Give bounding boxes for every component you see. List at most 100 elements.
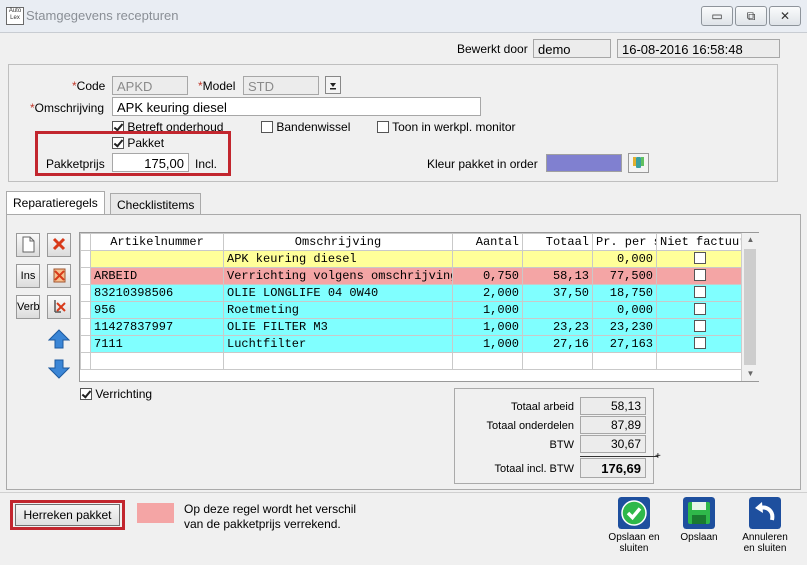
table-cell-qty[interactable]: 0,750 <box>452 267 523 285</box>
herreken-pakket-button[interactable]: Herreken pakket <box>15 504 120 526</box>
niet-factuur-cell[interactable] <box>656 301 743 319</box>
table-cell-art[interactable]: 7111 <box>90 335 224 353</box>
table-cell-total[interactable]: 23,23 <box>522 318 593 336</box>
model-dropdown-button[interactable] <box>325 76 341 94</box>
table-cell-total[interactable]: 37,50 <box>522 284 593 302</box>
unlink-button[interactable] <box>47 295 71 319</box>
table-row[interactable]: 956 Roetmeting 1,000 0,000 <box>80 301 743 319</box>
column-header[interactable]: Artikelnummer <box>90 233 224 251</box>
table-row[interactable]: 11427837997 OLIE FILTER M3 1,000 23,23 23,23… <box>80 318 743 336</box>
table-cell-price[interactable]: 18,750 <box>592 284 657 302</box>
move-down-button[interactable] <box>47 358 71 380</box>
table-cell-price[interactable]: 27,163 <box>592 335 657 353</box>
table-cell-price[interactable]: 0,000 <box>592 250 657 268</box>
model-field[interactable]: STD <box>243 76 319 95</box>
table-cell-empty[interactable] <box>223 352 453 370</box>
scroll-down-icon[interactable]: ▼ <box>742 367 759 381</box>
niet-factuur-cell[interactable] <box>656 267 743 285</box>
checkbox-icon[interactable] <box>693 286 706 298</box>
table-cell-total[interactable]: 58,13 <box>522 267 593 285</box>
clear-button[interactable] <box>47 264 71 288</box>
cancel-and-close-button[interactable]: Annuleren en sluiten <box>738 497 792 559</box>
table-cell-empty[interactable] <box>522 352 593 370</box>
table-row[interactable]: APK keuring diesel 0,000 <box>80 250 743 268</box>
code-field[interactable]: APKD <box>112 76 188 95</box>
row-selector[interactable] <box>80 301 91 319</box>
table-cell-art[interactable]: 83210398506 <box>90 284 224 302</box>
table-cell-qty[interactable]: 1,000 <box>452 318 523 336</box>
table-cell-empty[interactable] <box>90 352 224 370</box>
row-selector[interactable] <box>80 284 91 302</box>
row-selector[interactable] <box>80 335 91 353</box>
save-and-close-button[interactable]: Opslaan en sluiten <box>608 497 660 559</box>
column-header[interactable]: Omschrijving <box>223 233 453 251</box>
bandenwissel-checkbox[interactable]: Bandenwissel <box>261 120 350 134</box>
table-row[interactable]: 83210398506 OLIE LONGLIFE 04 0W40 2,000 37,… <box>80 284 743 302</box>
table-cell-art[interactable]: 11427837997 <box>90 318 224 336</box>
checkbox-icon[interactable] <box>693 337 706 349</box>
table-cell-total[interactable] <box>522 250 593 268</box>
checkbox-icon[interactable] <box>693 252 706 264</box>
table-cell-empty[interactable] <box>80 352 91 370</box>
table-cell-desc[interactable]: Roetmeting <box>223 301 453 319</box>
verb-button[interactable]: Verb <box>16 295 40 319</box>
table-cell-desc[interactable]: Luchtfilter <box>223 335 453 353</box>
grid-scrollbar[interactable]: ▲ ▼ <box>741 233 759 381</box>
table-cell-total[interactable]: 27,16 <box>522 335 593 353</box>
scroll-thumb[interactable] <box>744 249 756 365</box>
table-row[interactable]: ARBEID Verrichting volgens omschrijving 0,… <box>80 267 743 285</box>
table-cell-art[interactable]: ARBEID <box>90 267 224 285</box>
table-cell-price[interactable]: 77,500 <box>592 267 657 285</box>
new-line-button[interactable] <box>16 233 40 257</box>
column-header[interactable]: Aantal <box>452 233 523 251</box>
table-cell-price[interactable]: 23,230 <box>592 318 657 336</box>
table-cell-empty[interactable] <box>452 352 523 370</box>
column-header[interactable]: Niet factuur <box>656 233 743 251</box>
table-cell-price[interactable]: 0,000 <box>592 301 657 319</box>
checkbox-icon[interactable] <box>693 269 706 281</box>
table-cell-qty[interactable]: 2,000 <box>452 284 523 302</box>
color-picker-button[interactable] <box>628 153 649 173</box>
table-cell-art[interactable]: 956 <box>90 301 224 319</box>
row-selector[interactable] <box>80 250 91 268</box>
table-cell-qty[interactable]: 1,000 <box>452 335 523 353</box>
checkbox-icon[interactable] <box>693 303 706 315</box>
table-cell-qty[interactable]: 1,000 <box>452 301 523 319</box>
tab-checklistitems[interactable]: Checklistitems <box>110 193 202 216</box>
minimize-button[interactable]: ▭ <box>701 6 733 26</box>
table-cell-desc[interactable]: OLIE LONGLIFE 04 0W40 <box>223 284 453 302</box>
scroll-up-icon[interactable]: ▲ <box>742 233 759 247</box>
table-cell-empty[interactable] <box>592 352 657 370</box>
table-cell-art[interactable] <box>90 250 224 268</box>
pakket-checkbox[interactable]: Pakket <box>112 136 164 150</box>
verrichting-checkbox[interactable]: Verrichting <box>80 387 152 401</box>
niet-factuur-cell[interactable] <box>656 250 743 268</box>
table-cell-desc[interactable]: Verrichting volgens omschrijving <box>223 267 453 285</box>
insert-button[interactable]: Ins <box>16 264 40 288</box>
niet-factuur-cell[interactable] <box>656 335 743 353</box>
table-cell-desc[interactable]: OLIE FILTER M3 <box>223 318 453 336</box>
table-cell-desc[interactable]: APK keuring diesel <box>223 250 453 268</box>
niet-factuur-cell[interactable] <box>656 284 743 302</box>
table-row[interactable]: 7111 Luchtfilter 1,000 27,16 27,163 <box>80 335 743 353</box>
column-header[interactable]: Pr. per s <box>592 233 657 251</box>
description-field[interactable]: APK keuring diesel <box>112 97 481 116</box>
kleur-swatch[interactable] <box>546 154 622 172</box>
column-header[interactable]: Totaal <box>522 233 593 251</box>
move-up-button[interactable] <box>47 328 71 350</box>
niet-factuur-cell[interactable] <box>656 318 743 336</box>
restore-button[interactable]: ⧉ <box>735 6 767 26</box>
checkbox-icon[interactable] <box>693 320 706 332</box>
toon-monitor-checkbox[interactable]: Toon in werkpl. monitor <box>377 120 516 134</box>
delete-line-button[interactable] <box>47 233 71 257</box>
save-button[interactable]: Opslaan <box>673 497 725 547</box>
table-cell-total[interactable] <box>522 301 593 319</box>
table-row-empty[interactable] <box>80 352 743 370</box>
tab-reparatieregels[interactable]: Reparatieregels <box>6 191 105 216</box>
close-button[interactable]: ✕ <box>769 6 801 26</box>
row-selector[interactable] <box>80 318 91 336</box>
table-cell-qty[interactable] <box>452 250 523 268</box>
pakketprijs-field[interactable]: 175,00 <box>112 153 189 172</box>
table-cell-empty[interactable] <box>656 352 743 370</box>
row-selector[interactable] <box>80 267 91 285</box>
